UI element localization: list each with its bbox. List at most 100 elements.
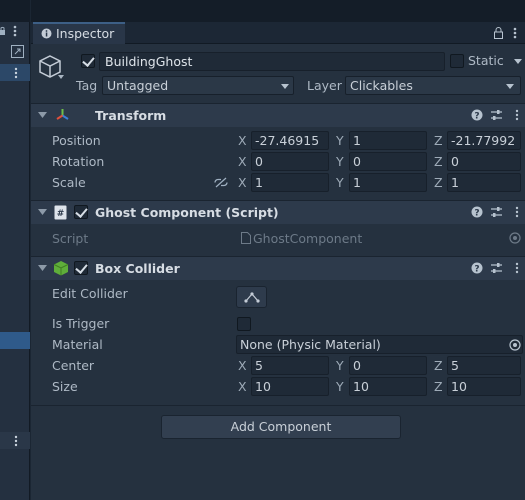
kebab-menu-icon xyxy=(515,206,519,218)
is-trigger-checkbox[interactable] xyxy=(237,317,251,331)
ghost-component-header[interactable]: # Ghost Component (Script) ? xyxy=(31,201,525,224)
tab-inspector[interactable]: Inspector xyxy=(33,22,125,44)
axis-label-z[interactable]: Z xyxy=(434,133,443,148)
field-value: 10 xyxy=(451,379,467,394)
size-y-field[interactable]: 10 xyxy=(349,377,427,396)
add-component-button[interactable]: Add Component xyxy=(161,415,401,439)
enabled-checkbox[interactable] xyxy=(74,205,88,219)
static-dropdown-arrow[interactable] xyxy=(514,59,522,65)
transform-title: Transform xyxy=(95,108,167,123)
script-file-icon xyxy=(241,232,251,244)
position-y-field[interactable]: 1 xyxy=(349,131,427,150)
script-icon: # xyxy=(54,205,67,220)
help-icon: ? xyxy=(471,109,483,121)
field-value: 5 xyxy=(255,358,263,373)
object-name: BuildingGhost xyxy=(105,54,193,69)
axis-label-x[interactable]: X xyxy=(238,175,247,190)
position-x-field[interactable]: -27.46915 xyxy=(251,131,329,150)
lock-icon[interactable] xyxy=(0,26,6,36)
static-label: Static xyxy=(468,53,504,68)
svg-text:?: ? xyxy=(474,265,479,275)
script-label: Script xyxy=(52,231,89,246)
axis-label-x[interactable]: X xyxy=(238,358,247,373)
kebab-menu-icon xyxy=(515,109,519,121)
info-icon xyxy=(41,28,52,39)
edit-collider-icon xyxy=(244,292,260,303)
layer-value: Clickables xyxy=(350,78,413,93)
enabled-checkbox[interactable] xyxy=(74,261,88,275)
script-value: GhostComponent xyxy=(253,231,363,246)
kebab-menu-icon[interactable] xyxy=(13,25,17,37)
layer-label: Layer xyxy=(307,78,342,93)
size-z-field[interactable]: 10 xyxy=(447,377,521,396)
ghost-component-title: Ghost Component (Script) xyxy=(95,205,279,220)
scale-y-field[interactable]: 1 xyxy=(349,173,427,192)
axis-label-z[interactable]: Z xyxy=(434,175,443,190)
object-picker-icon xyxy=(509,232,521,244)
box-collider-icon xyxy=(53,261,69,276)
presets-icon xyxy=(491,207,502,217)
object-name-field[interactable]: BuildingGhost xyxy=(99,52,445,71)
help-icon: ? xyxy=(471,206,483,218)
box-collider-title: Box Collider xyxy=(95,261,180,276)
center-z-field[interactable]: 5 xyxy=(447,356,521,375)
axis-label-z[interactable]: Z xyxy=(434,358,443,373)
kebab-menu-icon xyxy=(515,262,519,274)
hierarchy-row-selected[interactable] xyxy=(0,332,30,349)
static-checkbox[interactable] xyxy=(450,54,464,68)
kebab-menu-icon[interactable] xyxy=(513,27,517,39)
axis-label-z[interactable]: Z xyxy=(434,379,443,394)
axis-label-y[interactable]: Y xyxy=(336,379,344,394)
active-checkbox[interactable] xyxy=(81,54,95,68)
material-field[interactable]: None (Physic Material) xyxy=(236,335,523,354)
script-field: GhostComponent xyxy=(238,229,521,248)
material-label: Material xyxy=(52,337,103,352)
constrain-proportions-icon xyxy=(214,177,228,188)
gameobject-cube-icon xyxy=(38,53,66,81)
rotation-y-field[interactable]: 0 xyxy=(349,152,427,171)
field-value: 0 xyxy=(255,154,263,169)
axis-label-y[interactable]: Y xyxy=(336,133,344,148)
help-icon: ? xyxy=(471,262,483,274)
lock-icon[interactable] xyxy=(494,27,503,39)
foldout-arrow-icon xyxy=(38,265,47,271)
field-value: 10 xyxy=(255,379,271,394)
field-value: 0 xyxy=(451,154,459,169)
svg-text:#: # xyxy=(57,209,65,219)
axis-label-y[interactable]: Y xyxy=(336,175,344,190)
tag-dropdown[interactable]: Untagged xyxy=(102,76,294,95)
scale-x-field[interactable]: 1 xyxy=(251,173,329,192)
center-x-field[interactable]: 5 xyxy=(251,356,329,375)
edit-collider-button[interactable] xyxy=(236,286,267,308)
foldout-arrow-icon xyxy=(38,209,47,215)
field-value: 1 xyxy=(451,175,459,190)
kebab-menu-icon[interactable] xyxy=(14,435,18,447)
axis-label-x[interactable]: X xyxy=(238,133,247,148)
window-top-bar xyxy=(31,0,525,23)
size-x-field[interactable]: 10 xyxy=(251,377,329,396)
maximize-icon[interactable] xyxy=(11,45,24,58)
layer-dropdown[interactable]: Clickables xyxy=(345,76,521,95)
axis-label-z[interactable]: Z xyxy=(434,154,443,169)
transform-header[interactable]: Transform ? xyxy=(31,104,525,127)
tag-label: Tag xyxy=(76,78,98,93)
center-y-field[interactable]: 0 xyxy=(349,356,427,375)
box-collider-header[interactable]: Box Collider ? xyxy=(31,257,525,280)
row-label: Position xyxy=(52,133,101,148)
field-value: 0 xyxy=(353,358,361,373)
position-z-field[interactable]: -21.77992 xyxy=(447,131,521,150)
field-value: 1 xyxy=(255,175,263,190)
is-trigger-label: Is Trigger xyxy=(52,316,110,331)
edit-collider-label: Edit Collider xyxy=(52,286,128,301)
size-label: Size xyxy=(52,379,78,394)
add-component-label: Add Component xyxy=(230,419,332,434)
scale-z-field[interactable]: 1 xyxy=(447,173,521,192)
rotation-z-field[interactable]: 0 xyxy=(447,152,521,171)
field-value: -21.77992 xyxy=(451,133,516,148)
axis-label-y[interactable]: Y xyxy=(336,358,344,373)
rotation-x-field[interactable]: 0 xyxy=(251,152,329,171)
axis-label-x[interactable]: X xyxy=(238,379,247,394)
axis-label-y[interactable]: Y xyxy=(336,154,344,169)
axis-label-x[interactable]: X xyxy=(238,154,247,169)
kebab-menu-icon[interactable] xyxy=(14,67,18,79)
